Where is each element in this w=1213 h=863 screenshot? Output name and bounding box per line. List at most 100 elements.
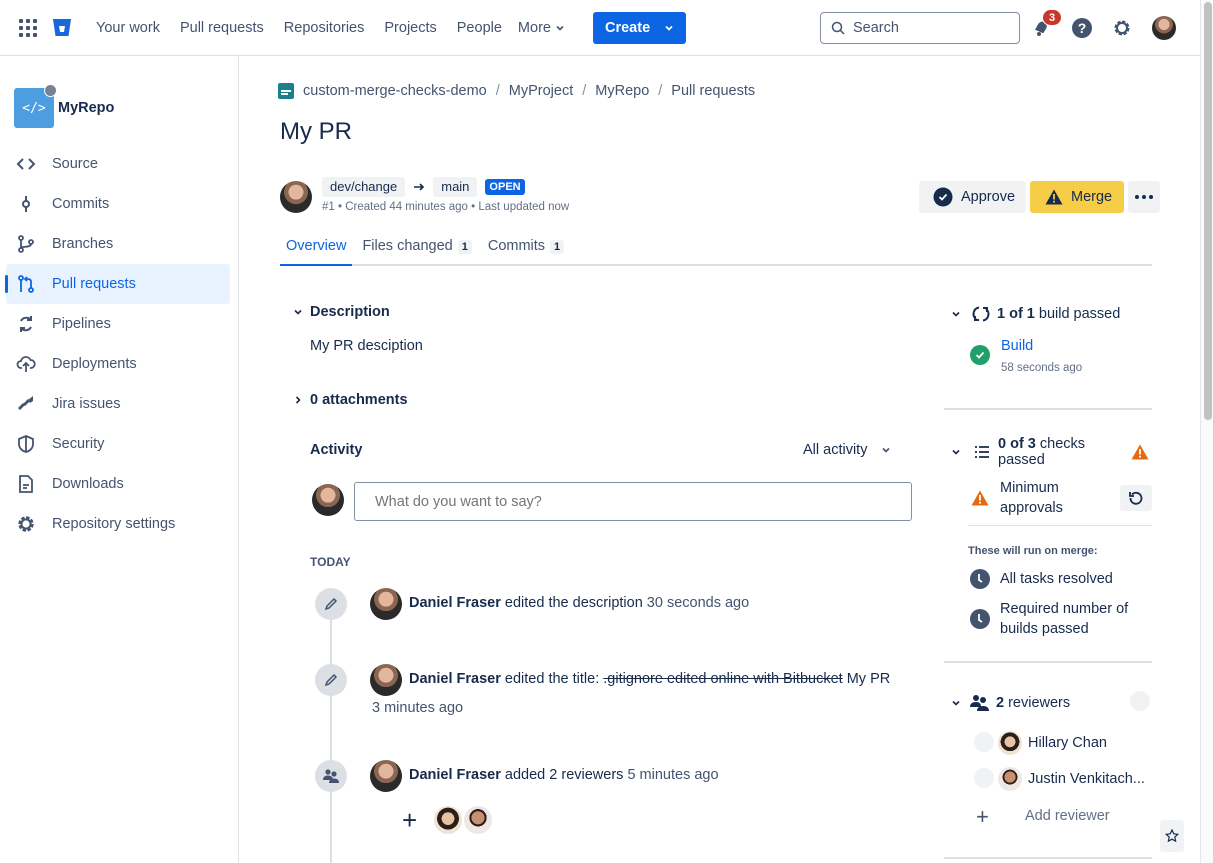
activity-filter-dropdown[interactable]: All activity: [803, 442, 891, 458]
merge-button[interactable]: Merge: [1030, 181, 1124, 213]
sidebar-item-pipelines[interactable]: Pipelines: [6, 304, 230, 344]
pencil-icon: [324, 597, 338, 611]
nav-people[interactable]: People: [447, 20, 512, 36]
reviewer-avatar[interactable]: [432, 804, 464, 836]
nav-more[interactable]: More: [512, 20, 575, 36]
reviewer-name[interactable]: Justin Venkitach...: [1028, 769, 1145, 789]
nav-pull-requests[interactable]: Pull requests: [170, 20, 274, 36]
help-button[interactable]: ?: [1070, 16, 1094, 40]
create-button[interactable]: Create: [593, 12, 686, 44]
breadcrumb-workspace[interactable]: custom-merge-checks-demo: [303, 83, 487, 99]
breadcrumb-project[interactable]: MyProject: [509, 83, 573, 99]
comment-input[interactable]: [354, 482, 912, 521]
search-input[interactable]: Search: [820, 12, 1020, 44]
event-author[interactable]: Daniel Fraser: [409, 671, 501, 687]
sidebar-item-jira-issues[interactable]: Jira issues: [6, 384, 230, 424]
event-author-avatar[interactable]: [370, 760, 402, 792]
reviewer-avatar[interactable]: [998, 731, 1022, 755]
breadcrumb-pull-requests[interactable]: Pull requests: [671, 83, 755, 99]
reviewer-status-icon: [974, 732, 994, 752]
pending-check: Required number of builds passed: [1000, 601, 1129, 637]
approve-button[interactable]: Approve: [919, 181, 1026, 213]
reviewers-event-icon: [315, 760, 347, 792]
sidebar-item-repository-settings[interactable]: Repository settings: [6, 504, 230, 544]
event-action: added 2 reviewers: [504, 767, 624, 783]
sidebar-item-branches[interactable]: Branches: [6, 224, 230, 264]
reviewer-avatar[interactable]: [462, 804, 494, 836]
repo-name[interactable]: MyRepo: [58, 100, 114, 116]
tab-label: Overview: [286, 238, 347, 254]
activity-heading: Activity: [310, 442, 363, 458]
event-author-avatar[interactable]: [370, 664, 402, 696]
code-icon: [16, 158, 36, 170]
attachments-toggle[interactable]: 0 attachments: [292, 392, 408, 408]
timeline-line: [330, 604, 332, 863]
reviewer-avatar[interactable]: [998, 767, 1022, 791]
check-circle-icon: [933, 187, 953, 207]
tab-overview[interactable]: Overview: [280, 238, 353, 266]
page-scrollbar[interactable]: [1200, 0, 1213, 863]
jira-icon: [18, 396, 33, 410]
checks-summary-count: 0 of 3: [998, 436, 1036, 452]
nav-your-work[interactable]: Your work: [86, 20, 170, 36]
build-time: 58 seconds ago: [1001, 362, 1083, 374]
author-avatar[interactable]: [280, 181, 312, 213]
divider: [968, 525, 1152, 526]
nav-repositories[interactable]: Repositories: [274, 20, 375, 36]
edit-event-icon: [315, 664, 347, 696]
app-switcher-icon[interactable]: [19, 19, 37, 37]
scrollbar-thumb[interactable]: [1204, 2, 1212, 420]
reviewer-name[interactable]: Hillary Chan: [1028, 733, 1107, 753]
chevron-down-icon: [952, 449, 960, 455]
description-toggle[interactable]: Description: [292, 304, 390, 320]
sidebar-item-commits[interactable]: Commits: [6, 184, 230, 224]
settings-button[interactable]: [1110, 16, 1134, 40]
more-actions-button[interactable]: [1128, 181, 1160, 213]
activity-filter-label: All activity: [803, 442, 868, 458]
breadcrumb-repo[interactable]: MyRepo: [595, 83, 649, 99]
pull-request-icon: [18, 275, 34, 293]
reviewer-status-icon: [974, 768, 994, 788]
source-branch[interactable]: dev/change: [322, 177, 406, 197]
event-author[interactable]: Daniel Fraser: [409, 767, 501, 783]
page-title: My PR: [280, 118, 352, 145]
event-author-avatar[interactable]: [370, 588, 402, 620]
breadcrumb: custom-merge-checks-demo / MyProject / M…: [278, 83, 755, 99]
bitbucket-logo-icon[interactable]: [52, 17, 72, 42]
chevron-down-icon: [294, 309, 302, 315]
sidebar-item-source[interactable]: Source: [6, 144, 230, 184]
status-badge: OPEN: [485, 179, 525, 195]
retry-check-button[interactable]: [1120, 485, 1152, 511]
pencil-icon: [324, 673, 338, 687]
event-author[interactable]: Daniel Fraser: [409, 595, 501, 611]
reviewers-status-placeholder: [1130, 691, 1150, 711]
new-title: My PR: [846, 671, 891, 687]
description-heading: Description: [310, 304, 390, 320]
add-reviewer-button[interactable]: Add reviewer: [1025, 806, 1110, 826]
sidebar-item-pull-requests[interactable]: Pull requests: [5, 264, 230, 304]
sidebar-item-downloads[interactable]: Downloads: [6, 464, 230, 504]
plus-icon[interactable]: +: [976, 804, 989, 830]
target-branch[interactable]: main: [433, 177, 478, 197]
tab-files-changed[interactable]: Files changed 1: [356, 238, 477, 266]
activity-event: Daniel Fraser added 2 reviewers 5 minute…: [409, 767, 719, 783]
feedback-button[interactable]: [1160, 820, 1184, 852]
event-time: 3 minutes ago: [372, 700, 464, 716]
user-avatar[interactable]: [1152, 16, 1176, 40]
activity-event: Daniel Fraser edited the title: .gitigno…: [409, 671, 890, 687]
tab-label: Files changed: [362, 238, 453, 254]
chevron-down-icon: [952, 311, 960, 317]
build-link[interactable]: Build: [1001, 338, 1033, 354]
sidebar-item-security[interactable]: Security: [6, 424, 230, 464]
nav-projects[interactable]: Projects: [374, 20, 446, 36]
checks-toggle[interactable]: 0 of 3 checks passed: [950, 436, 1108, 468]
builds-toggle[interactable]: 1 of 1 build passed: [950, 304, 1120, 324]
chevron-right-icon: [295, 396, 301, 404]
tab-commits[interactable]: Commits 1: [482, 238, 570, 266]
event-action: edited the title:: [504, 671, 600, 687]
breadcrumb-separator: /: [582, 83, 587, 99]
divider: [944, 408, 1152, 410]
reviewers-toggle[interactable]: 2 reviewers: [950, 694, 1070, 712]
sidebar-item-deployments[interactable]: Deployments: [6, 344, 230, 384]
description-text: My PR desciption: [310, 338, 423, 354]
